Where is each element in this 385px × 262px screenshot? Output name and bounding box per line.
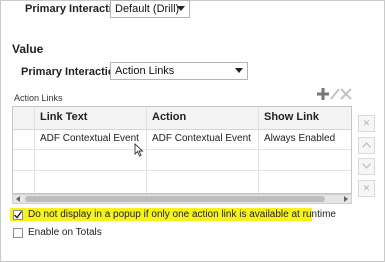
enable-on-totals-checkbox[interactable] [13,228,23,238]
value-primary-interaction-value: Action Links [115,65,175,77]
cell-link-text: ADF Contextual Event [40,133,139,144]
cell-action: ADF Contextual Event [152,133,251,144]
scrollbar-thumb[interactable] [25,196,325,202]
remove-all-button[interactable]: ✕ [358,180,375,197]
no-popup-label: Do not display in a popup if only one ac… [28,209,336,220]
column-header-show-link[interactable]: Show Link [264,111,319,123]
move-down-button[interactable] [358,158,375,175]
no-popup-checkbox[interactable] [13,210,23,220]
table-row-empty [13,150,351,171]
checkmark-icon [14,211,23,219]
scroll-left-arrow-icon[interactable] [16,196,20,202]
action-links-table: Link Text Action Show Link ADF Contextua… [12,106,352,194]
chevron-down-icon [362,163,371,169]
action-links-label: Action Links [14,93,63,103]
remove-row-button[interactable]: ✕ [358,115,375,132]
value-section-title: Value [12,42,44,56]
primary-interaction-value: Default (Drill) [115,3,180,15]
table-row[interactable]: ADF Contextual Event ADF Contextual Even… [13,129,351,150]
mouse-cursor-icon [134,143,144,157]
chevron-up-icon [362,142,371,148]
table-row-empty [13,171,351,192]
cell-show-link: Always Enabled [264,133,336,144]
plus-icon[interactable] [317,88,329,100]
column-header-action[interactable]: Action [152,111,186,123]
x-icon: ✕ [362,118,371,128]
column-header-link-text[interactable]: Link Text [40,111,87,123]
move-up-button[interactable] [358,137,375,154]
scroll-right-arrow-icon[interactable] [344,196,348,202]
delete-x-icon[interactable] [340,88,352,100]
value-primary-interaction-dropdown[interactable]: Action Links [110,62,248,80]
table-horizontal-scrollbar[interactable] [12,194,352,204]
dropdown-arrow-icon [177,6,185,11]
value-primary-interaction-label: Primary Interaction [21,66,122,78]
dropdown-arrow-icon [235,68,243,73]
enable-on-totals-label: Enable on Totals [28,227,102,238]
primary-interaction-dropdown[interactable]: Default (Drill) [110,0,190,18]
x-icon: ✕ [362,183,371,193]
